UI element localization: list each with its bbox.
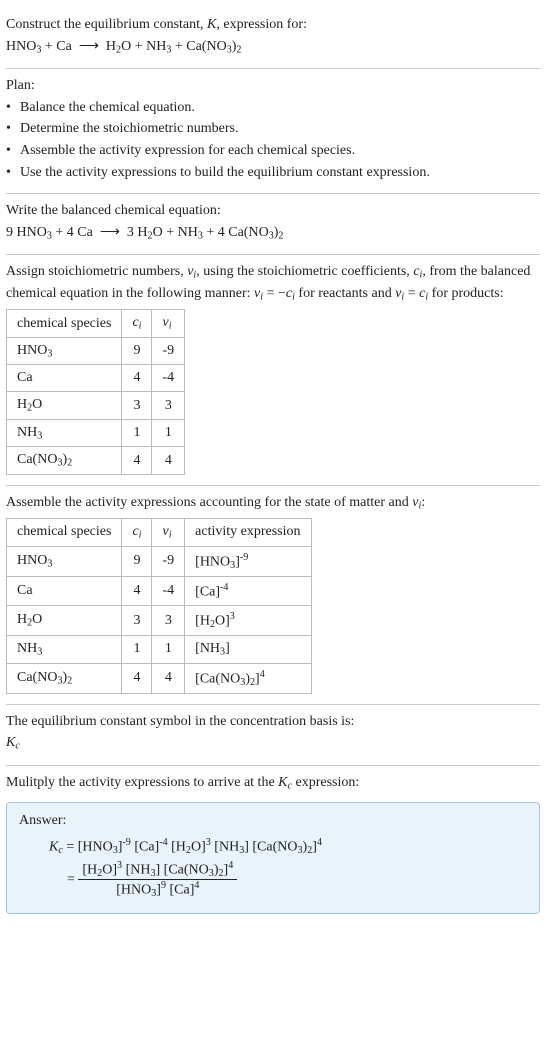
bullet-dot: •	[6, 140, 20, 162]
plan-item: •Determine the stoichiometric numbers.	[6, 118, 540, 140]
plan-section: Plan: •Balance the chemical equation. •D…	[6, 69, 540, 194]
plan-item-text: Determine the stoichiometric numbers.	[20, 118, 239, 140]
stoich-table: chemical species ci νi HNO39-9 Ca4-4 H2O…	[6, 309, 185, 475]
balanced-equation: 9 HNO3 + 4 Ca ⟶ 3 H2O + NH3 + 4 Ca(NO3)2	[6, 222, 540, 244]
cell-c: 4	[122, 447, 152, 475]
table-row: H2O33[H2O]3	[7, 606, 312, 636]
answer-section: Mulitply the activity expressions to arr…	[6, 766, 540, 924]
question-header: Construct the equilibrium constant, K, e…	[6, 8, 540, 69]
balanced-section: Write the balanced chemical equation: 9 …	[6, 194, 540, 255]
cell-species: NH3	[7, 419, 122, 447]
answer-line-2: = [H2O]3 [NH3] [Ca(NO3)2]4 [HNO3]9 [Ca]4	[19, 860, 527, 899]
k-symbol: K	[207, 17, 216, 32]
answer-line-1: Kc = [HNO3]-9 [Ca]-4 [H2O]3 [NH3] [Ca(NO…	[19, 837, 527, 856]
eqconst-section: The equilibrium constant symbol in the c…	[6, 705, 540, 766]
plan-item: •Assemble the activity expression for ea…	[6, 140, 540, 162]
table-row: HNO39-9[HNO3]-9	[7, 546, 312, 576]
cell-c: 9	[122, 337, 152, 365]
cell-species: Ca	[7, 576, 122, 606]
col-activity: activity expression	[185, 519, 311, 547]
cell-c: 3	[122, 392, 152, 420]
col-species: chemical species	[7, 519, 122, 547]
table-row: Ca(NO3)244	[7, 447, 185, 475]
cell-v: 1	[152, 419, 185, 447]
fraction-numerator: [H2O]3 [NH3] [Ca(NO3)2]4	[78, 860, 237, 880]
plan-item: •Balance the chemical equation.	[6, 97, 540, 119]
cell-activity: [H2O]3	[185, 606, 311, 636]
cell-v: 3	[152, 606, 185, 636]
table-row: NH311[NH3]	[7, 636, 312, 664]
eqconst-text: The equilibrium constant symbol in the c…	[6, 711, 540, 733]
table-row: HNO39-9	[7, 337, 185, 365]
table-header-row: chemical species ci νi activity expressi…	[7, 519, 312, 547]
stoich-intro: Assign stoichiometric numbers, νi, using…	[6, 261, 540, 305]
cell-v: -9	[152, 546, 185, 576]
table-header-row: chemical species ci νi	[7, 310, 185, 338]
unbalanced-equation: HNO3 + Ca ⟶ H2O + NH3 + Ca(NO3)2	[6, 36, 540, 58]
activity-section: Assemble the activity expressions accoun…	[6, 486, 540, 705]
cell-c: 9	[122, 546, 152, 576]
cell-activity: [NH3]	[185, 636, 311, 664]
cell-c: 1	[122, 419, 152, 447]
col-v: νi	[152, 519, 185, 547]
fraction-denominator: [HNO3]9 [Ca]4	[78, 880, 237, 899]
table-row: Ca4-4	[7, 365, 185, 392]
cell-v: 1	[152, 636, 185, 664]
cell-activity: [Ca]-4	[185, 576, 311, 606]
table-row: H2O33	[7, 392, 185, 420]
cell-v: -9	[152, 337, 185, 365]
cell-c: 4	[122, 576, 152, 606]
cell-activity: [HNO3]-9	[185, 546, 311, 576]
col-v: νi	[152, 310, 185, 338]
cell-c: 4	[122, 365, 152, 392]
title-text-a: Construct the equilibrium constant,	[6, 17, 207, 32]
plan-item-text: Use the activity expressions to build th…	[20, 162, 430, 184]
cell-species: NH3	[7, 636, 122, 664]
plan-item: •Use the activity expressions to build t…	[6, 162, 540, 184]
activity-intro: Assemble the activity expressions accoun…	[6, 492, 540, 514]
bullet-dot: •	[6, 97, 20, 119]
cell-species: HNO3	[7, 337, 122, 365]
answer-box: Answer: Kc = [HNO3]-9 [Ca]-4 [H2O]3 [NH3…	[6, 802, 540, 914]
cell-species: H2O	[7, 606, 122, 636]
col-c: ci	[122, 519, 152, 547]
col-c: ci	[122, 310, 152, 338]
cell-v: 4	[152, 663, 185, 693]
plan-item-text: Balance the chemical equation.	[20, 97, 195, 119]
activity-table: chemical species ci νi activity expressi…	[6, 518, 312, 694]
fraction: [H2O]3 [NH3] [Ca(NO3)2]4 [HNO3]9 [Ca]4	[78, 860, 237, 899]
answer-title: Answer:	[19, 813, 527, 829]
cell-species: HNO3	[7, 546, 122, 576]
bullet-dot: •	[6, 162, 20, 184]
question-title: Construct the equilibrium constant, K, e…	[6, 14, 540, 36]
cell-species: Ca(NO3)2	[7, 663, 122, 693]
cell-species: Ca(NO3)2	[7, 447, 122, 475]
stoich-section: Assign stoichiometric numbers, νi, using…	[6, 255, 540, 486]
table-row: Ca4-4[Ca]-4	[7, 576, 312, 606]
cell-c: 4	[122, 663, 152, 693]
bullet-dot: •	[6, 118, 20, 140]
cell-species: H2O	[7, 392, 122, 420]
cell-activity: [Ca(NO3)2]4	[185, 663, 311, 693]
cell-v: -4	[152, 576, 185, 606]
plan-item-text: Assemble the activity expression for eac…	[20, 140, 355, 162]
plan-title: Plan:	[6, 75, 540, 97]
table-row: Ca(NO3)244[Ca(NO3)2]4	[7, 663, 312, 693]
multiply-text: Mulitply the activity expressions to arr…	[6, 772, 540, 794]
balanced-title: Write the balanced chemical equation:	[6, 200, 540, 222]
title-text-b: , expression for:	[216, 17, 307, 32]
cell-v: 4	[152, 447, 185, 475]
cell-v: -4	[152, 365, 185, 392]
cell-c: 3	[122, 606, 152, 636]
cell-c: 1	[122, 636, 152, 664]
table-row: NH311	[7, 419, 185, 447]
cell-v: 3	[152, 392, 185, 420]
eqconst-symbol: Kc	[6, 732, 540, 754]
cell-species: Ca	[7, 365, 122, 392]
col-species: chemical species	[7, 310, 122, 338]
